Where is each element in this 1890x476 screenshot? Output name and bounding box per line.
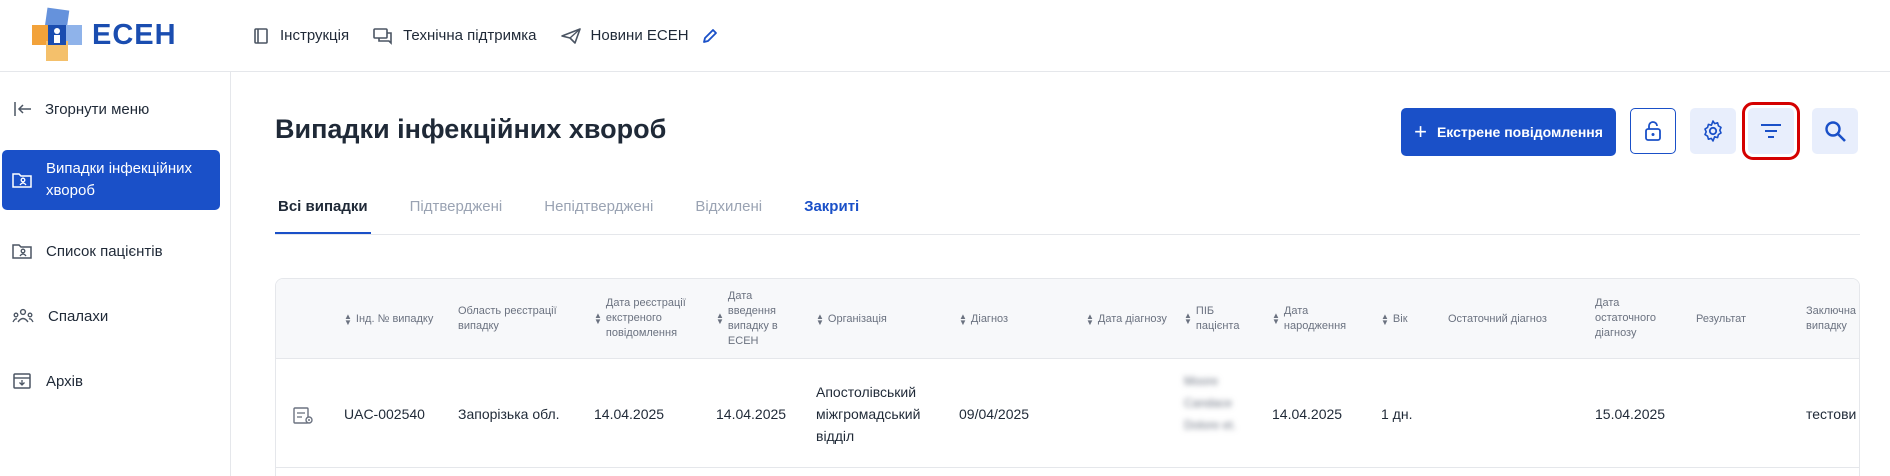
settings-button[interactable] bbox=[1690, 108, 1736, 154]
lock-button[interactable] bbox=[1630, 108, 1676, 154]
cases-table: ▲ ▼ Інд. № випадку Область реєстрації випа… bbox=[275, 278, 1860, 476]
cell-diagnosis: 09/04/2025 bbox=[959, 406, 1030, 422]
column-header-patient-name[interactable]: ▲ ▼ ПІБ пацієнта bbox=[1184, 304, 1249, 334]
column-header-entry-date[interactable]: ▲ ▼ Дата введення випадку в ЕСЕН bbox=[716, 289, 796, 349]
cell-region: Запорізька обл. bbox=[458, 406, 560, 422]
cell-entry-date: 14.04.2025 bbox=[716, 406, 787, 422]
sort-icon: ▲ ▼ bbox=[959, 311, 967, 327]
filter-button[interactable] bbox=[1742, 102, 1800, 160]
collapse-arrow-icon bbox=[14, 102, 31, 116]
column-header-final-diagnosis-date: Дата остаточного діагнозу bbox=[1595, 297, 1657, 339]
pencil-icon[interactable] bbox=[701, 27, 719, 45]
emergency-notification-button[interactable]: + Екстрене повідомлення bbox=[1401, 108, 1616, 156]
plus-icon: + bbox=[1414, 119, 1427, 144]
cell-emergency-date: 14.04.2025 bbox=[594, 406, 665, 422]
top-header: ЕСЕН Інструкція Технічна підтримка Новин… bbox=[0, 0, 1890, 72]
nav-news-label: Новини ЕСЕН bbox=[590, 27, 689, 44]
sort-icon: ▲ ▼ bbox=[1381, 311, 1389, 327]
emergency-notification-label: Екстрене повідомлення bbox=[1436, 124, 1603, 140]
table-row[interactable]: UAC-002540 Запорізька обл. 14.04.2025 14… bbox=[276, 360, 1859, 468]
logo-text: ЕСЕН bbox=[92, 19, 177, 51]
column-header-result: Результат bbox=[1696, 313, 1747, 325]
nav-instruction-label: Інструкція bbox=[280, 27, 350, 44]
cell-age: 1 дн. bbox=[1381, 406, 1413, 422]
sort-icon: ▲ ▼ bbox=[1086, 311, 1094, 327]
collapse-menu-label: Згорнути меню bbox=[45, 100, 150, 118]
sidebar-item-outbreaks[interactable]: Спалахи bbox=[2, 307, 220, 325]
logo-mark-icon bbox=[26, 5, 88, 67]
sort-icon: ▲ ▼ bbox=[816, 311, 824, 327]
sidebar: Згорнути меню Випадки інфекційних хвороб… bbox=[0, 72, 231, 476]
unlock-icon bbox=[1645, 121, 1661, 141]
tab-closed[interactable]: Закриті bbox=[801, 198, 862, 234]
sidebar-item-archive-label: Архів bbox=[46, 372, 83, 390]
tabs-divider bbox=[275, 234, 1860, 235]
sort-icon: ▲ ▼ bbox=[1272, 311, 1280, 326]
sort-icon: ▲ ▼ bbox=[344, 311, 352, 327]
group-icon bbox=[12, 308, 34, 323]
collapse-menu-button[interactable]: Згорнути меню bbox=[13, 100, 149, 118]
sidebar-item-cases-label: Випадки інфекційних хвороб bbox=[46, 160, 193, 199]
folder-user-icon bbox=[12, 244, 32, 259]
tab-rejected[interactable]: Відхилені bbox=[692, 198, 765, 234]
sort-icon: ▲ ▼ bbox=[716, 311, 724, 326]
nav-instruction[interactable]: Інструкція bbox=[252, 27, 349, 45]
cell-birth-date: 14.04.2025 bbox=[1272, 406, 1343, 422]
column-header-final-note: Заключна випадку bbox=[1806, 305, 1857, 332]
book-icon bbox=[254, 27, 268, 44]
cell-final-diagnosis-date: 15.04.2025 bbox=[1595, 406, 1666, 422]
sort-icon: ▲ ▼ bbox=[594, 310, 602, 326]
folder-user-icon bbox=[12, 173, 32, 188]
column-header-birth-date[interactable]: ▲ ▼ Дата народження bbox=[1272, 304, 1357, 334]
nav-news[interactable]: Новини ЕСЕН bbox=[560, 27, 689, 45]
nav-support[interactable]: Технічна підтримка bbox=[373, 27, 537, 45]
tab-unconfirmed[interactable]: Непідтверджені bbox=[541, 198, 656, 234]
sidebar-item-outbreaks-label: Спалахи bbox=[48, 307, 109, 325]
search-button[interactable] bbox=[1812, 108, 1858, 154]
archive-icon bbox=[13, 373, 31, 389]
chat-icon bbox=[373, 27, 392, 45]
cell-final-note: тестови bbox=[1806, 406, 1857, 422]
column-header-age[interactable]: ▲ ▼ Вік bbox=[1381, 312, 1431, 327]
case-tabs: Всі випадки Підтверджені Непідтверджені … bbox=[275, 198, 898, 234]
cell-case-id: UAC-002540 bbox=[344, 406, 425, 422]
tab-all-cases[interactable]: Всі випадки bbox=[275, 198, 371, 234]
gear-icon bbox=[1704, 120, 1722, 142]
sidebar-item-patients[interactable]: Список пацієнтів bbox=[2, 242, 220, 260]
cell-patient-name: Moore Candace Dolore et. bbox=[1184, 374, 1237, 432]
send-icon bbox=[560, 27, 581, 44]
top-nav: Інструкція Технічна підтримка Новини ЕСЕ… bbox=[252, 27, 719, 45]
table-header: ▲ ▼ Інд. № випадку Область реєстрації випа… bbox=[276, 279, 1859, 359]
cell-organization: Апостолівський міжгромадський відділ bbox=[816, 384, 921, 444]
view-case-icon[interactable] bbox=[293, 406, 315, 426]
sidebar-item-cases[interactable]: Випадки інфекційних хвороб bbox=[2, 150, 220, 210]
column-header-diagnosis-date[interactable]: ▲ ▼ Дата діагнозу bbox=[1086, 312, 1176, 327]
logo[interactable]: ЕСЕН bbox=[26, 5, 226, 67]
column-header-diagnosis[interactable]: ▲ ▼ Діагноз bbox=[959, 312, 1059, 327]
page-title: Випадки інфекційних хвороб bbox=[275, 114, 667, 144]
column-header-emergency-date[interactable]: ▲ ▼ Дата реєстрації екстреного повідомленн… bbox=[594, 296, 699, 341]
sidebar-item-patients-label: Список пацієнтів bbox=[46, 242, 163, 260]
search-icon bbox=[1825, 121, 1846, 142]
nav-support-label: Технічна підтримка bbox=[403, 27, 537, 44]
filter-icon bbox=[1761, 124, 1781, 138]
tab-confirmed[interactable]: Підтверджені bbox=[407, 198, 506, 234]
column-header-region: Область реєстрації випадку bbox=[458, 305, 557, 332]
sidebar-item-archive[interactable]: Архів bbox=[2, 372, 220, 390]
column-header-organization[interactable]: ▲ ▼ Організація bbox=[816, 312, 936, 327]
column-header-case-id[interactable]: ▲ ▼ Інд. № випадку bbox=[344, 312, 444, 327]
sort-icon: ▲ ▼ bbox=[1184, 311, 1192, 326]
column-header-final-diagnosis: Остаточний діагноз bbox=[1448, 313, 1547, 325]
